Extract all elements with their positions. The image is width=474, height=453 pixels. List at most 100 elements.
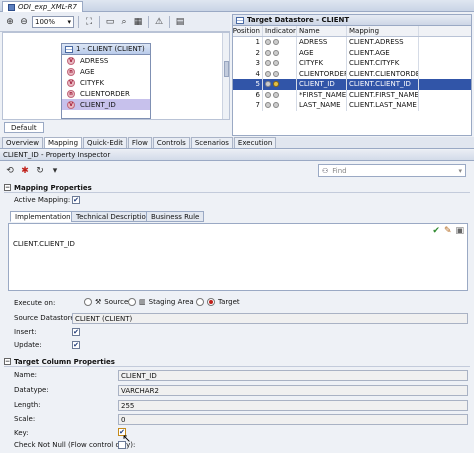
tab-technical-description[interactable]: Technical Description — [71, 211, 156, 222]
entity-header: 1 - CLIENT (CLIENT) — [62, 44, 150, 55]
table-row[interactable]: 3 CITYFK CLIENT.CITYFK — [233, 58, 471, 69]
insert-checkbox[interactable]: ✔ — [72, 328, 80, 336]
expression-text[interactable]: CLIENT.CLIENT_ID — [13, 240, 75, 248]
refresh-icon[interactable]: ↻ — [34, 165, 46, 177]
varchar-icon: V — [67, 78, 75, 87]
zoom-in-icon[interactable]: ⊕ — [4, 16, 16, 28]
execute-staging-option[interactable]: ▥ Staging Area — [128, 298, 194, 306]
datatype-field[interactable]: VARCHAR2 — [118, 385, 468, 396]
header-indicators[interactable]: Indicators — [263, 26, 297, 36]
diagram-toolbar: ⊕ ⊖ 100% ▾ ⛶ ▭ ⌕ ▦ ⚠ ▤ — [0, 12, 230, 32]
diagram-canvas[interactable]: 1 - CLIENT (CLIENT) V ADRESS n AGE V CIT… — [2, 32, 230, 120]
editor-actions: ✔ ✎ ▣ — [432, 226, 464, 236]
mapping-properties-header[interactable]: − Mapping Properties — [4, 183, 470, 193]
execute-staging-label: Staging Area — [148, 298, 194, 306]
document-tab-title: ODI_exp_XML-R7 — [18, 3, 77, 11]
length-field[interactable]: 255 — [118, 400, 468, 411]
edit-icon[interactable]: ✎ — [444, 226, 452, 236]
entity-column-selected[interactable]: V CLIENT_ID — [62, 99, 150, 110]
update-checkbox[interactable]: ✔ — [72, 341, 80, 349]
tab-scenarios[interactable]: Scenarios — [190, 137, 233, 148]
table-row[interactable]: 7 LAST_NAME CLIENT.LAST_NAME — [233, 100, 471, 111]
tab-implementation[interactable]: Implementation — [10, 211, 76, 222]
radio-target[interactable] — [196, 298, 204, 306]
table-row[interactable]: 4 CLIENTORDER CLIENT.CLIENTORDER — [233, 68, 471, 79]
source-datastore-field[interactable]: CLIENT (CLIENT) — [72, 313, 468, 324]
search-icon[interactable]: ⌕ — [118, 16, 130, 28]
entity-column[interactable]: n CLIENTORDER — [62, 88, 150, 99]
entity-column[interactable]: V CITYFK — [62, 77, 150, 88]
toolbar-separator — [99, 15, 100, 28]
client-entity[interactable]: 1 - CLIENT (CLIENT) V ADRESS n AGE V CIT… — [61, 43, 151, 119]
indicator-cell — [263, 68, 297, 79]
tools-icon: ⚒ — [95, 298, 102, 306]
header-mapping[interactable]: Mapping — [347, 26, 419, 36]
tab-overview[interactable]: Overview — [2, 137, 43, 148]
row-name: AGE — [297, 47, 347, 58]
toolbar-separator — [148, 15, 149, 28]
property-inspector-toolbar: ⟲ ✱ ↻ ▾ ⚇ Find ▾ — [0, 163, 474, 179]
radio-source[interactable] — [84, 298, 92, 306]
diagram-scrollbar[interactable] — [222, 33, 229, 119]
warning-icon[interactable]: ⚠ — [153, 16, 165, 28]
check-icon[interactable]: ✔ — [432, 226, 440, 236]
document-tab[interactable]: ODI_exp_XML-R7 — [2, 1, 83, 12]
pin-icon[interactable]: ✱ — [19, 165, 31, 177]
target-column-properties-header[interactable]: − Target Column Properties — [4, 357, 470, 367]
header-name[interactable]: Name — [297, 26, 347, 36]
tab-mapping[interactable]: Mapping — [43, 137, 83, 148]
row-mapping: CLIENT.CLIENTORDER — [349, 68, 419, 79]
indicator-icon — [265, 60, 271, 67]
execute-target-option[interactable]: Target — [196, 298, 240, 306]
entity-column[interactable]: V ADRESS — [62, 55, 150, 66]
sync-icon[interactable]: ⟲ — [4, 165, 16, 177]
indicator-icon — [273, 39, 279, 46]
collapse-icon[interactable]: − — [4, 184, 11, 191]
update-label: Update: — [14, 341, 42, 349]
tab-controls[interactable]: Controls — [152, 137, 190, 148]
scale-label: Scale: — [14, 415, 36, 423]
properties-icon[interactable]: ▤ — [174, 16, 186, 28]
length-label: Length: — [14, 401, 41, 409]
row-name: CITYFK — [297, 58, 347, 69]
table-row[interactable]: 6 *FIRST_NAME CLIENT.FIRST_NAME — [233, 89, 471, 100]
row-position: 6 — [233, 89, 263, 100]
menu-icon[interactable]: ▾ — [49, 165, 61, 177]
target-icon — [207, 298, 215, 306]
column-label: ADRESS — [80, 56, 109, 65]
active-mapping-checkbox[interactable]: ✔ — [72, 196, 80, 204]
varchar-icon: V — [67, 100, 75, 109]
radio-staging[interactable] — [128, 298, 136, 306]
target-datastore-title: Target Datastore - CLIENT — [247, 16, 350, 24]
entity-column[interactable]: n AGE — [62, 66, 150, 77]
expression-editor[interactable]: ✔ ✎ ▣ CLIENT.CLIENT_ID — [8, 223, 468, 291]
mapping-properties-title: Mapping Properties — [14, 183, 92, 192]
tab-quick-edit[interactable]: Quick-Edit — [83, 137, 127, 148]
layout-icon[interactable]: ▭ — [104, 16, 116, 28]
tab-flow[interactable]: Flow — [127, 137, 152, 148]
grid-icon[interactable]: ▦ — [132, 16, 144, 28]
row-position: 3 — [233, 58, 263, 69]
find-field[interactable]: ⚇ Find ▾ — [318, 164, 466, 177]
fit-to-window-icon[interactable]: ⛶ — [83, 16, 95, 28]
scrollbar-thumb[interactable] — [224, 61, 229, 77]
tab-default[interactable]: Default — [4, 122, 44, 133]
table-row-selected[interactable]: 5 CLIENT_ID CLIENT.CLIENT_ID — [233, 79, 471, 90]
tab-business-rule[interactable]: Business Rule — [146, 211, 205, 222]
name-field[interactable]: CLIENT_ID — [118, 370, 468, 381]
collapse-icon[interactable]: − — [4, 358, 11, 365]
scale-field[interactable]: 0 — [118, 414, 468, 425]
dropdown-icon[interactable]: ▾ — [458, 167, 462, 175]
toolbar-separator — [169, 15, 170, 28]
save-icon[interactable]: ▣ — [455, 226, 464, 236]
tab-execution[interactable]: Execution — [233, 137, 277, 148]
table-row[interactable]: 2 AGE CLIENT.AGE — [233, 47, 471, 58]
toolbar-separator — [78, 15, 79, 28]
column-label: CLIENT_ID — [80, 100, 116, 109]
execute-target-label: Target — [218, 298, 240, 306]
execute-source-option[interactable]: ⚒ Source — [84, 298, 128, 306]
zoom-select[interactable]: 100% ▾ — [32, 15, 74, 28]
header-position[interactable]: Position — [233, 26, 263, 36]
zoom-out-icon[interactable]: ⊖ — [18, 16, 30, 28]
table-row[interactable]: 1 ADRESS CLIENT.ADRESS — [233, 37, 471, 48]
